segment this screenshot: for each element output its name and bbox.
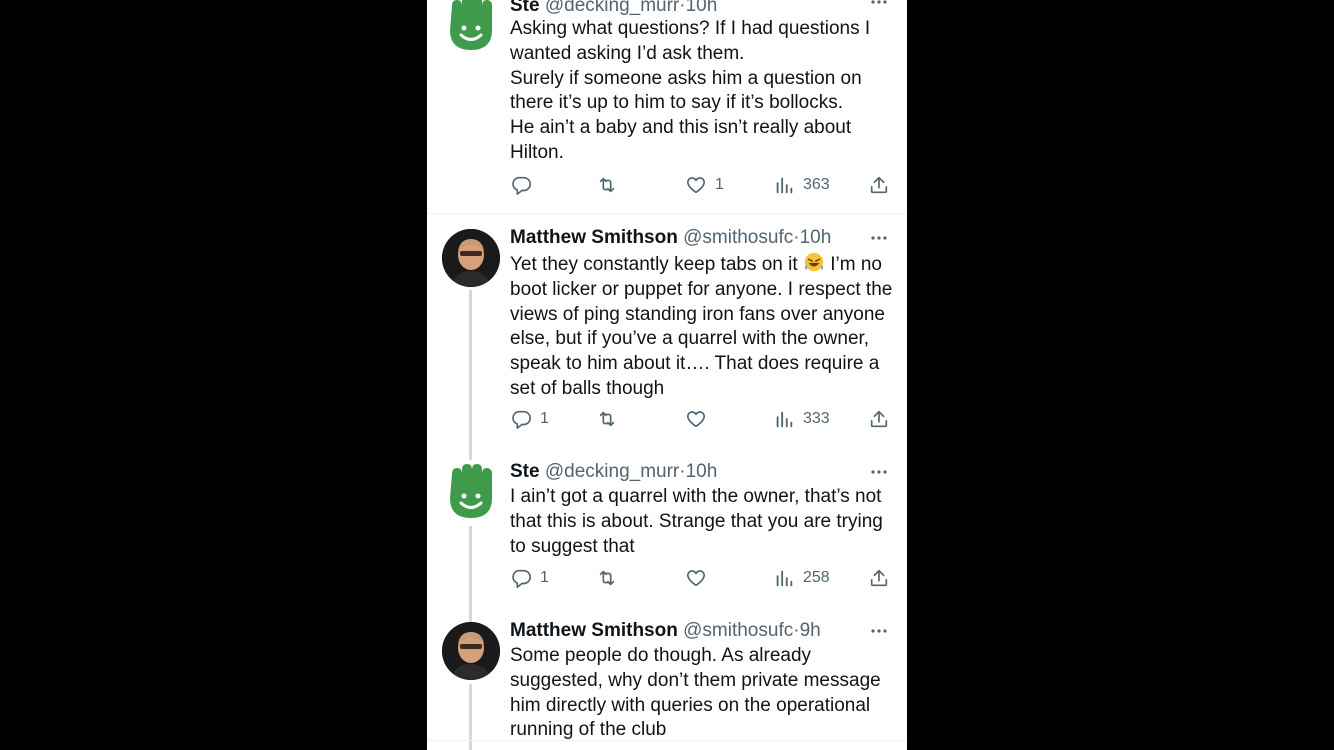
tweet-header: Matthew Smithson @smithosufc·9h: [510, 619, 891, 643]
display-name[interactable]: Ste: [510, 0, 540, 16]
like-icon: [686, 411, 706, 428]
share-icon: [870, 569, 888, 587]
share-button[interactable]: [868, 566, 890, 590]
reply-button[interactable]: 1: [510, 407, 549, 431]
avatar[interactable]: [442, 0, 500, 52]
handle[interactable]: @smithosufc: [683, 620, 793, 641]
reply-button[interactable]: [510, 173, 540, 197]
divider: [427, 740, 907, 741]
views-button[interactable]: 258: [773, 566, 830, 590]
handle[interactable]: @smithosufc: [683, 227, 793, 248]
avatar[interactable]: [442, 229, 500, 287]
handle[interactable]: @decking_murr: [545, 461, 679, 482]
more-icon[interactable]: [869, 621, 889, 641]
display-name[interactable]: Ste: [510, 461, 540, 482]
views-icon: [776, 570, 793, 587]
views-icon: [776, 177, 793, 194]
like-icon: [686, 570, 706, 587]
tweet-header: Ste @decking_murr·10h: [510, 460, 891, 484]
like-button[interactable]: [685, 566, 715, 590]
views-button[interactable]: 363: [773, 173, 830, 197]
display-name[interactable]: Matthew Smithson: [510, 227, 678, 248]
tweet-text: Some people do though. As already sugges…: [510, 645, 881, 741]
tweet[interactable]: Ste @decking_murr·10h I ain’t got a quar…: [427, 450, 907, 626]
tweet[interactable]: Ste @decking_murr·10h Asking what questi…: [427, 0, 907, 213]
view-count: 258: [803, 569, 830, 586]
views-button[interactable]: 333: [773, 407, 830, 431]
share-button[interactable]: [868, 173, 890, 197]
reply-count: 1: [540, 569, 549, 586]
tweet-text: Asking what questions? If I had question…: [510, 18, 871, 163]
rolling-on-floor-laughing-icon: [804, 252, 824, 272]
like-icon: [686, 177, 706, 194]
reply-button[interactable]: 1: [510, 566, 549, 590]
tweet-text-part: Yet they constantly keep tabs on it: [510, 254, 798, 275]
share-button[interactable]: [868, 407, 890, 431]
retweet-icon: [599, 177, 615, 193]
retweet-button[interactable]: [596, 173, 626, 197]
tweet-header: Matthew Smithson @smithosufc·10h: [510, 226, 891, 250]
timestamp[interactable]: 10h: [800, 227, 832, 248]
retweet-button[interactable]: [596, 407, 626, 431]
display-name[interactable]: Matthew Smithson: [510, 620, 678, 641]
more-icon[interactable]: [869, 462, 889, 482]
tweet-actions: 1 363: [510, 173, 890, 197]
reply-count: 1: [540, 410, 549, 427]
like-button[interactable]: 1: [685, 173, 724, 197]
retweet-icon: [599, 411, 615, 427]
view-count: 333: [803, 410, 830, 427]
reply-icon: [512, 569, 531, 588]
timestamp[interactable]: 10h: [686, 461, 718, 482]
tweet-text: Yet they constantly keep tabs on it I’m …: [510, 251, 895, 402]
reply-icon: [512, 410, 531, 429]
profile-photo: [442, 622, 500, 680]
avatar[interactable]: [442, 622, 500, 680]
tweet[interactable]: Matthew Smithson @smithosufc·9h Some peo…: [427, 614, 907, 750]
views-icon: [776, 411, 793, 428]
thread-line: [469, 290, 472, 460]
tweet-text-part: I’m no boot licker or puppet for anyone.…: [510, 254, 893, 399]
timestamp[interactable]: 10h: [686, 0, 718, 16]
retweet-button[interactable]: [596, 566, 626, 590]
tweet-text: I ain’t got a quarrel with the owner, th…: [510, 486, 883, 557]
hand-avatar-icon: [450, 464, 492, 518]
view-count: 363: [803, 176, 830, 193]
more-icon[interactable]: [869, 0, 889, 12]
avatar[interactable]: [442, 462, 500, 520]
tweet-header: Ste @decking_murr·10h: [510, 0, 891, 18]
share-icon: [870, 176, 888, 194]
timestamp[interactable]: 9h: [800, 620, 821, 641]
reply-icon: [512, 176, 531, 195]
hand-avatar-icon: [450, 0, 492, 50]
profile-photo: [442, 229, 500, 287]
tweet[interactable]: Matthew Smithson @smithosufc·10h Yet the…: [427, 214, 907, 460]
like-count: 1: [715, 176, 724, 193]
more-icon[interactable]: [869, 228, 889, 248]
retweet-icon: [599, 570, 615, 586]
share-icon: [870, 410, 888, 428]
handle[interactable]: @decking_murr: [545, 0, 679, 16]
like-button[interactable]: [685, 407, 715, 431]
timeline: Ste @decking_murr·10h Asking what questi…: [427, 0, 907, 750]
tweet-actions: 1 258: [510, 566, 890, 590]
thread-line: [469, 526, 472, 626]
tweet-actions: 1 333: [510, 407, 890, 431]
